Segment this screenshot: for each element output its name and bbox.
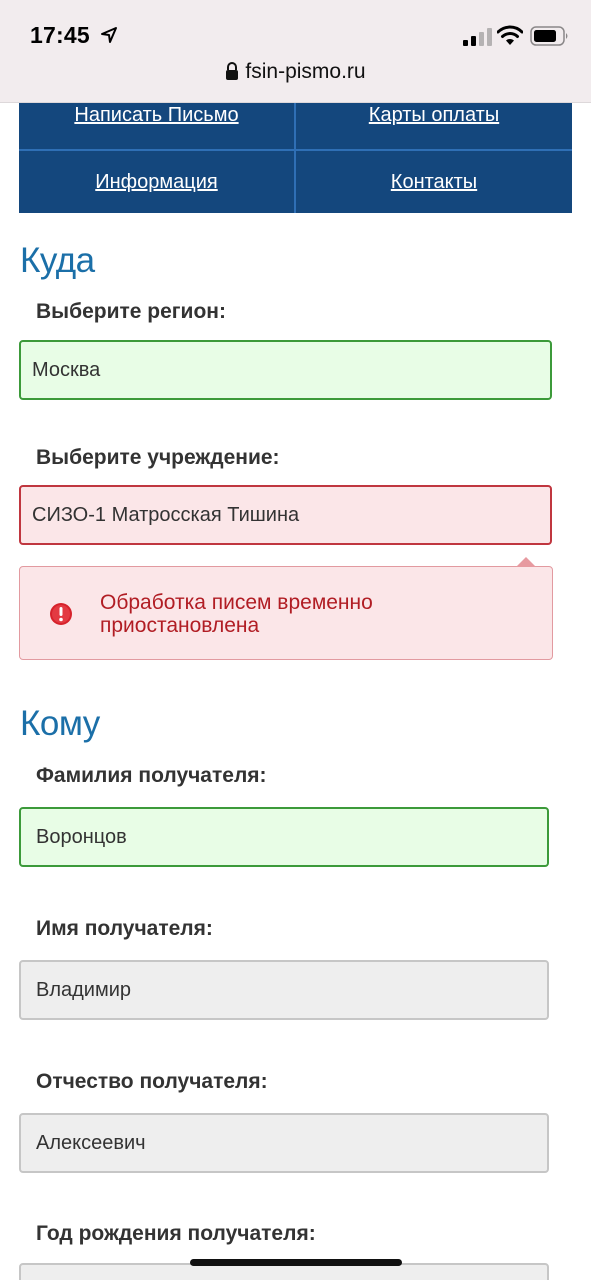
home-indicator[interactable] [190,1259,402,1266]
wifi-icon [497,25,523,45]
main-nav: Написать Письмо Карты оплаты Информация … [19,103,572,213]
error-message: Обработка писем временно приостановлена [100,591,373,637]
nav-link-contacts[interactable]: Контакты [296,151,572,213]
url-text: fsin-pismo.ru [245,60,366,83]
section-heading-to-whom: Кому [20,704,100,743]
error-exclamation-icon [50,603,72,625]
section-heading-where: Куда [20,241,95,280]
name-label: Имя получателя: [36,917,213,940]
patronymic-label: Отчество получателя: [36,1070,268,1093]
surname-value: Воронцов [36,825,127,848]
institution-value: СИЗО-1 Матросская Тишина [32,503,300,526]
name-value: Владимир [36,978,132,1001]
surname-input[interactable]: Воронцов [19,807,549,867]
nav-link-information[interactable]: Информация [19,151,294,213]
region-value: Москва [32,358,101,381]
patronymic-input[interactable]: Алексеевич [19,1113,549,1173]
lock-icon [226,62,239,80]
status-time: 17:45 [30,22,90,48]
patronymic-value: Алексеевич [36,1131,146,1154]
nav-link-payment-cards[interactable]: Карты оплаты [296,103,572,127]
battery-icon [530,26,568,46]
error-alert: Обработка писем временно приостановлена [19,557,553,660]
browser-top-bar: 17:45 fsin-pismo.ru [0,0,591,103]
institution-select[interactable]: СИЗО-1 Матросская Тишина [19,485,552,545]
location-arrow-icon [101,27,117,43]
cellular-signal-icon [463,28,492,46]
region-label: Выберите регион: [36,300,226,323]
alert-pointer [516,557,536,567]
address-bar[interactable]: fsin-pismo.ru [0,60,591,90]
nav-link-write-letter[interactable]: Написать Письмо [19,103,294,127]
surname-label: Фамилия получателя: [36,764,267,787]
region-select[interactable]: Москва [19,340,552,400]
name-input[interactable]: Владимир [19,960,549,1020]
birth-year-label: Год рождения получателя: [36,1222,316,1245]
institution-label: Выберите учреждение: [36,446,280,469]
